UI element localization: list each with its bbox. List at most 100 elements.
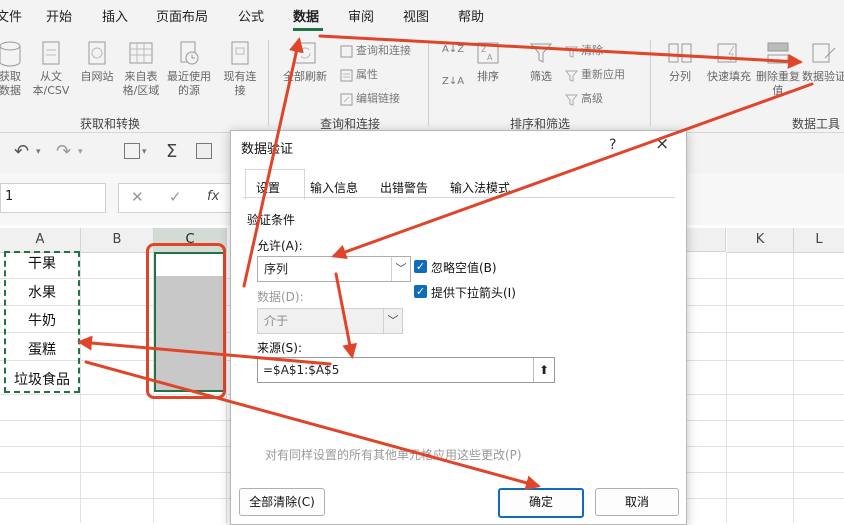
tab-insert[interactable]: 插入 xyxy=(102,6,128,25)
tab-view[interactable]: 视图 xyxy=(403,6,429,25)
allow-label: 允许(A): xyxy=(257,239,303,253)
tab-ime-mode[interactable]: 输入法模式 xyxy=(450,179,510,196)
properties-icon xyxy=(340,69,353,81)
cell-a4[interactable]: 蛋糕 xyxy=(4,337,80,363)
clear-all-button[interactable]: 全部清除(C) xyxy=(239,488,325,516)
help-icon[interactable]: ? xyxy=(609,137,616,153)
dialog-title: 数据验证 xyxy=(241,142,294,157)
properties-button[interactable]: 属性 xyxy=(340,66,378,82)
get-data-button[interactable]: 获取数据 xyxy=(0,40,26,98)
data-validation-button[interactable]: 数据验证 xyxy=(802,40,844,84)
reapply-icon xyxy=(565,70,578,82)
cancel-button[interactable]: 取消 xyxy=(595,488,679,516)
sort-descending-button[interactable]: Z↓A xyxy=(442,76,464,87)
remove-duplicates-button[interactable]: 删除重复值 xyxy=(756,40,800,98)
chevron-down-icon[interactable]: ﹀ xyxy=(391,257,410,281)
source-input[interactable]: =$A$1:$A$5 ⬆ xyxy=(257,357,555,383)
refresh-all-button[interactable]: 全部刷新 xyxy=(276,40,334,84)
redo-icon[interactable]: ↷ xyxy=(56,141,71,162)
column-header-k[interactable]: K xyxy=(727,228,794,253)
confirm-entry-icon[interactable]: ✓ xyxy=(169,188,182,206)
tab-input-message[interactable]: 输入信息 xyxy=(310,179,358,196)
column-header-l[interactable]: L xyxy=(794,228,844,253)
active-tab-indicator xyxy=(293,28,323,31)
ribbon-tab-bar: 文件 开始 插入 页面布局 公式 数据 审阅 视图 帮助 xyxy=(0,0,844,32)
web-page-icon xyxy=(88,41,106,65)
filter-icon xyxy=(529,43,553,63)
close-icon[interactable]: × xyxy=(655,134,669,154)
sort-ascending-button[interactable]: A↓Z xyxy=(442,44,464,55)
data-value: 介于 xyxy=(264,314,289,328)
advanced-filter-button[interactable]: 高级 xyxy=(565,90,603,106)
sort-button[interactable]: ZA 排序 xyxy=(470,40,506,84)
grid-line xyxy=(793,252,794,523)
group-label-data-tools: 数据工具 xyxy=(792,117,841,131)
cell-a1[interactable]: 干果 xyxy=(4,251,80,277)
highlight-box xyxy=(146,243,226,399)
advanced-filter-icon xyxy=(565,94,578,106)
format-icon[interactable] xyxy=(196,143,212,159)
flash-fill-button[interactable]: 快速填充 xyxy=(702,40,756,84)
clear-filter-button[interactable]: 清除 xyxy=(565,42,603,58)
reapply-button[interactable]: 重新应用 xyxy=(565,66,625,82)
sort-icon: ZA xyxy=(477,42,499,64)
tab-review[interactable]: 审阅 xyxy=(348,6,374,25)
dropdown-label: 提供下拉箭头(I) xyxy=(431,286,516,300)
database-icon xyxy=(0,41,21,67)
from-web-button[interactable]: 自网站 xyxy=(80,40,114,84)
allow-select[interactable]: 序列 ﹀ xyxy=(257,256,411,282)
name-box[interactable]: 1 xyxy=(0,183,106,213)
tab-file[interactable]: 文件 xyxy=(0,6,22,25)
cell-a2[interactable]: 水果 xyxy=(4,280,80,306)
from-table-range-button[interactable]: 来自表格/区域 xyxy=(118,40,164,98)
text-to-columns-button[interactable]: 分列 xyxy=(662,40,698,84)
tab-help[interactable]: 帮助 xyxy=(458,6,484,25)
formula-controls: ✕ ✓ fx xyxy=(118,183,240,213)
undo-icon[interactable]: ↶ xyxy=(14,141,29,162)
group-separator xyxy=(650,40,651,126)
tab-formulas[interactable]: 公式 xyxy=(238,6,264,25)
filter-button[interactable]: 筛选 xyxy=(524,40,558,84)
grid-line xyxy=(226,252,227,523)
group-separator xyxy=(268,40,269,126)
cell-a3[interactable]: 牛奶 xyxy=(4,308,80,334)
existing-connections-button[interactable]: 现有连接 xyxy=(222,40,258,98)
source-value: =$A$1:$A$5 xyxy=(263,363,340,377)
group-separator xyxy=(428,40,429,126)
cancel-entry-icon[interactable]: ✕ xyxy=(131,188,144,206)
cell-a5[interactable]: 垃圾食品 xyxy=(4,367,80,393)
tab-divider xyxy=(243,197,675,198)
recent-sources-button[interactable]: 最近使用的源 xyxy=(166,40,212,98)
borders-dropdown-icon[interactable]: ▾ xyxy=(142,147,147,157)
column-header-b[interactable]: B xyxy=(81,228,154,253)
edit-links-button[interactable]: 编辑链接 xyxy=(340,90,400,106)
ignore-blank-checkbox[interactable]: ✓ xyxy=(414,260,427,273)
range-picker-icon[interactable]: ⬆ xyxy=(533,358,554,382)
redo-dropdown-icon[interactable]: ▾ xyxy=(78,147,83,157)
from-text-csv-button[interactable]: 从文本/CSV xyxy=(28,40,74,98)
chevron-down-icon: ﹀ xyxy=(383,309,402,333)
tab-error-alert[interactable]: 出错警告 xyxy=(380,179,428,196)
table-icon xyxy=(129,42,153,64)
tab-page-layout[interactable]: 页面布局 xyxy=(156,6,208,25)
data-validation-dialog: 数据验证 ? × 设置 输入信息 出错警告 输入法模式 验证条件 允许(A): … xyxy=(230,130,687,525)
allow-value: 序列 xyxy=(264,262,289,276)
tab-settings[interactable]: 设置 xyxy=(256,179,280,196)
clock-file-icon xyxy=(180,41,199,65)
link-icon xyxy=(340,93,353,105)
dropdown-checkbox[interactable]: ✓ xyxy=(414,285,427,298)
tab-home[interactable]: 开始 xyxy=(46,6,72,25)
borders-icon[interactable] xyxy=(124,143,140,159)
queries-connections-button[interactable]: 查询和连接 xyxy=(340,42,411,58)
autosum-icon[interactable]: Σ xyxy=(166,141,177,162)
insert-function-icon[interactable]: fx xyxy=(207,189,219,204)
group-label-get-transform: 获取和转换 xyxy=(80,117,141,131)
ok-button[interactable]: 确定 xyxy=(498,488,584,518)
flash-fill-icon xyxy=(717,43,737,63)
column-header-a[interactable]: A xyxy=(0,228,81,253)
grid-line xyxy=(726,252,727,523)
undo-dropdown-icon[interactable]: ▾ xyxy=(36,147,41,157)
connection-file-icon xyxy=(231,41,249,65)
tab-data[interactable]: 数据 xyxy=(293,6,319,25)
refresh-icon xyxy=(294,42,316,64)
